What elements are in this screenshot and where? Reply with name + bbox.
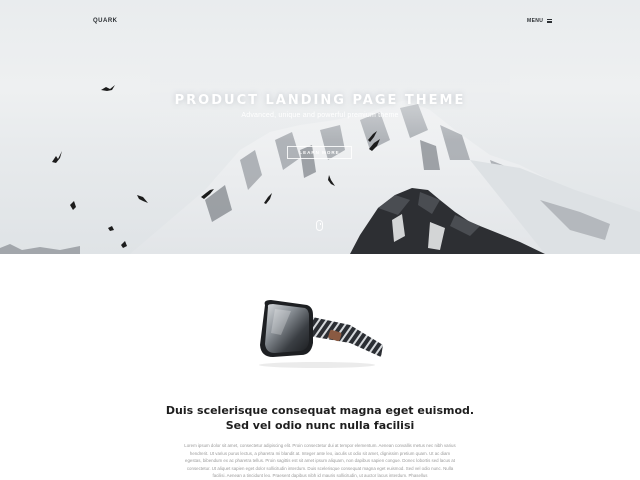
feature-paragraph: Lorem ipsum dolor sit amet, consectetur …: [184, 443, 456, 478]
feature-title-line2: Sed vel odio nunc nulla facilisi: [225, 419, 415, 432]
hamburger-icon: [547, 19, 553, 23]
hero-subtitle: Advanced, unique and powerful premium th…: [241, 112, 399, 119]
hero-section: QUARK MENU PRODUCT LANDING PAGE THEME Ad…: [0, 0, 640, 254]
feature-title: Duis scelerisque consequat magna eget eu…: [0, 403, 640, 433]
learn-more-button[interactable]: LEARN MORE: [287, 146, 352, 159]
hero-title: PRODUCT LANDING PAGE THEME: [174, 93, 466, 108]
mountain-background-image: [0, 60, 640, 254]
ski-goggles-product-image: [259, 300, 383, 368]
menu-button[interactable]: MENU: [527, 18, 553, 24]
scroll-down-icon[interactable]: [316, 220, 323, 231]
menu-label: MENU: [527, 18, 544, 24]
brand-logo[interactable]: QUARK: [93, 18, 118, 24]
feature-title-line1: Duis scelerisque consequat magna eget eu…: [165, 404, 475, 417]
